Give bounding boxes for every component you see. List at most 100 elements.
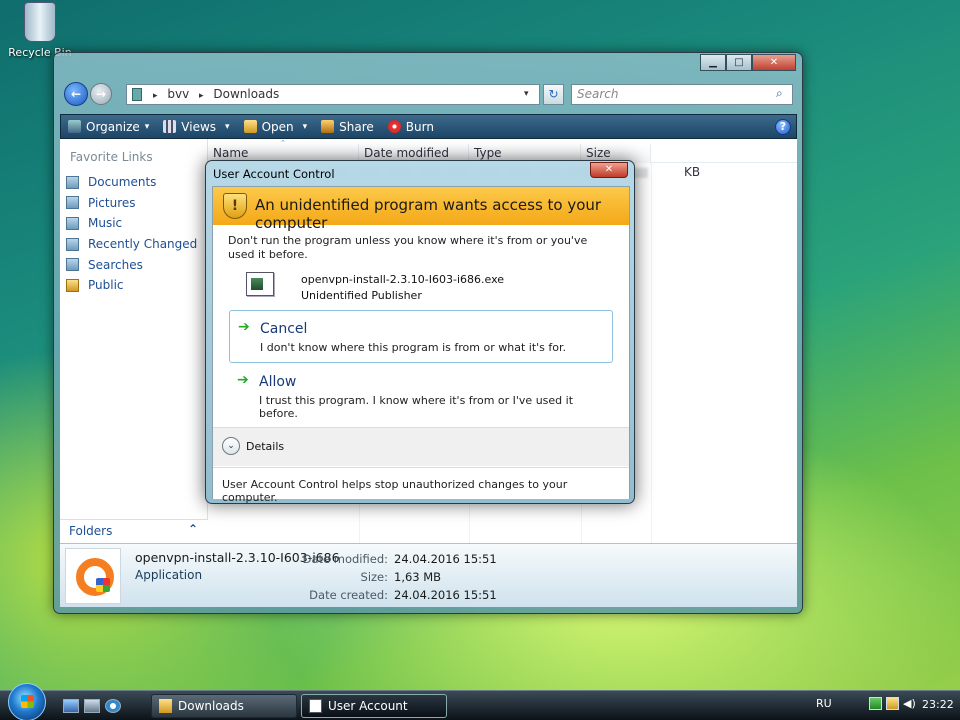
file-thumbnail [65,548,121,604]
address-dropdown-icon[interactable]: ▾ [524,89,529,99]
pictures-icon [66,196,79,210]
favorite-links-title: Favorite Links [70,150,153,164]
uac-dialog: User Account Control ✕ ! An unidentified… [205,160,635,504]
folder-icon [159,699,172,713]
date-modified-value: 24.04.2016 15:51 [394,552,497,566]
favorite-link-music[interactable]: Music [66,213,197,234]
details-toggle-row: ⌄ Details [213,427,629,466]
language-indicator[interactable]: RU [816,697,832,710]
burn-disc-icon [387,120,401,133]
arrow-right-icon: ➔ [238,319,250,335]
organize-icon [68,120,81,133]
size-value: 1,63 MB [394,570,442,584]
favorite-link-recently-changed[interactable]: Recently Changed [66,234,197,255]
uac-warning-text: Don't run the program unless you know wh… [228,234,588,261]
network-tray-icon[interactable] [869,697,882,710]
refresh-button[interactable]: ↻ [543,84,564,105]
recently-changed-icon [66,237,79,251]
program-name: openvpn-install-2.3.10-I603-i686.exe [301,273,505,286]
details-label[interactable]: Details [246,440,284,453]
back-button[interactable]: ← [64,82,88,106]
documents-icon [66,175,79,189]
searches-icon [66,258,79,272]
recycle-bin-desktop-icon[interactable]: Recycle Bin [8,2,72,59]
search-input[interactable]: Search [571,84,793,105]
details-file-type: Application [135,568,203,582]
program-publisher: Unidentified Publisher [301,289,422,302]
cancel-option-title: Cancel [260,321,308,337]
date-created-label: Date created: [309,588,388,602]
window-controls: ▁ □ ✕ [700,54,796,71]
switch-windows-icon[interactable] [84,699,100,713]
uac-close-button[interactable]: ✕ [590,162,628,178]
favorite-link-documents[interactable]: Documents [66,172,197,193]
organize-button[interactable]: Organize ▾ [61,115,156,138]
show-desktop-icon[interactable] [63,699,79,713]
security-tray-icon[interactable] [886,697,899,710]
uac-window-icon [309,699,322,713]
views-icon [163,120,177,133]
uac-warning-banner: ! An unidentified program wants access t… [213,187,629,232]
share-icon [321,120,335,133]
minimize-button[interactable]: ▁ [700,54,726,71]
views-button[interactable]: Views ▾ [156,115,236,138]
program-icon [246,272,274,296]
public-folder-icon [66,278,79,292]
folder-icon [132,88,142,101]
folders-toggle[interactable]: Folders ⌃ [60,519,208,543]
clock[interactable]: 23:22 [922,698,954,711]
burn-button[interactable]: Burn [381,115,441,138]
chevron-down-icon: ▾ [302,121,308,132]
favorite-link-searches[interactable]: Searches [66,254,197,275]
share-button[interactable]: Share [314,115,381,138]
navigation-pane: Favorite Links Documents Pictures Music … [60,139,208,543]
close-button[interactable]: ✕ [752,54,796,71]
taskbar-item-uac[interactable]: User Account Control [301,694,447,718]
open-button[interactable]: Open ▾ [237,115,315,138]
allow-option-description: I trust this program. I know where it's … [259,394,574,420]
warning-shield-icon: ! [223,193,247,219]
uac-banner-text: An unidentified program wants access to … [255,196,602,232]
breadcrumb-user[interactable]: bvv [167,87,189,101]
chevron-down-icon: ▾ [225,121,230,132]
sort-ascending-icon: ⌃ [280,139,286,147]
internet-explorer-icon[interactable] [105,699,121,713]
command-toolbar: Organize ▾ Views ▾ Open ▾ Share Burn ? [60,114,797,139]
cancel-option-description: I don't know where this program is from … [260,341,567,354]
chevron-down-icon: ▾ [144,121,150,132]
forward-button[interactable]: → [90,83,112,105]
folders-label: Folders [69,524,113,538]
open-icon [243,120,257,133]
chevron-up-icon: ⌃ [187,522,198,536]
uac-title: User Account Control [213,167,335,181]
date-modified-label: Date modified: [302,552,388,566]
column-divider [651,163,652,543]
uac-shield-icon [96,578,110,592]
cancel-option-button[interactable]: ➔ Cancel I don't know where this program… [229,310,613,363]
size-label: Size: [360,570,388,584]
uac-body: ! An unidentified program wants access t… [212,186,630,504]
breadcrumb-sep-icon: ▸ [153,91,158,101]
allow-option-title: Allow [259,374,297,390]
date-created-value: 24.04.2016 15:51 [394,588,497,602]
details-pane: openvpn-install-2.3.10-I603-i686 Applica… [60,543,797,607]
music-icon [66,216,79,230]
favorite-link-pictures[interactable]: Pictures [66,193,197,214]
arrow-right-icon: ➔ [237,372,249,388]
favorite-link-public[interactable]: Public [66,275,197,296]
maximize-button[interactable]: □ [726,54,752,71]
uac-footer-text: User Account Control helps stop unauthor… [213,467,629,504]
search-icon[interactable]: ⌕ [776,86,783,101]
favorite-links-list: Documents Pictures Music Recently Change… [66,172,197,296]
address-bar[interactable]: ▸ bvv ▸ Downloads [126,84,540,105]
help-icon[interactable]: ? [775,119,791,135]
breadcrumb-sep-icon: ▸ [199,91,204,101]
expand-details-button[interactable]: ⌄ [222,437,240,455]
allow-option-button[interactable]: ➔ Allow I trust this program. I know whe… [229,364,613,420]
file-size-cell: KB [684,165,701,179]
recycle-bin-icon [24,2,56,42]
volume-tray-icon[interactable]: ◀) [903,697,916,710]
start-button[interactable] [8,683,46,720]
taskbar-item-downloads[interactable]: Downloads [151,694,297,718]
breadcrumb-downloads[interactable]: Downloads [213,87,279,101]
